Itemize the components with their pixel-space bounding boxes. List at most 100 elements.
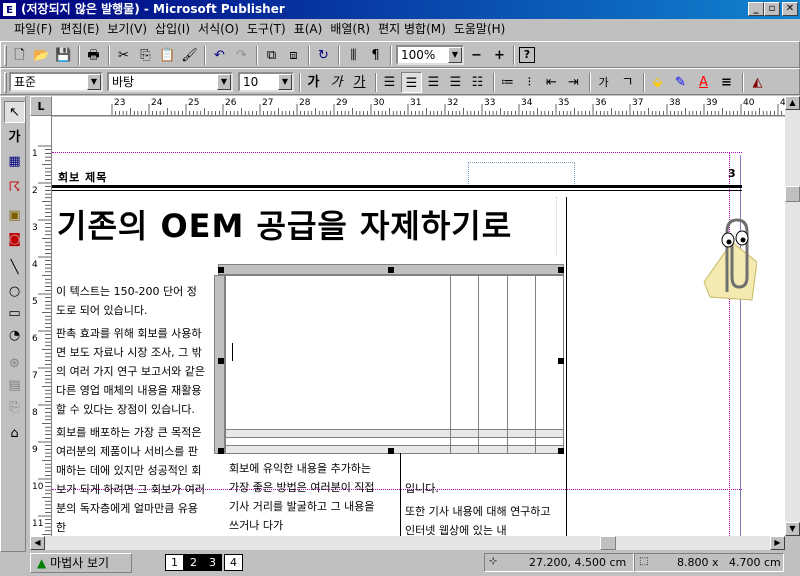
menu-format[interactable]: 서식(O) [194,19,243,40]
resize-handle[interactable] [388,267,394,273]
minimize-button[interactable]: _ [748,2,764,16]
send-to-back-icon[interactable]: ⧈ [283,45,304,66]
line-tool-icon[interactable]: ╲ [4,257,25,279]
table-cell[interactable] [450,444,480,455]
resize-handle[interactable] [558,267,564,273]
show-paragraph-marks-icon[interactable]: ¶ [365,45,386,66]
vertical-scrollbar[interactable]: ▲ ▼ [785,96,800,536]
table-cell[interactable] [506,436,536,446]
table-cell[interactable] [506,428,536,438]
office-assistant[interactable] [692,212,758,302]
design-gallery-icon[interactable]: ⌂ [4,423,25,445]
save-icon[interactable]: 💾 [53,45,74,66]
cut-icon[interactable]: ✂ [113,45,134,66]
bold-button[interactable]: 가 [303,72,324,93]
align-center-icon[interactable]: ☰ [423,72,444,93]
decrease-indent-icon[interactable]: ⇤ [541,72,562,93]
menu-view[interactable]: 보기(V) [103,19,151,40]
resize-handle[interactable] [558,358,564,364]
table-cell[interactable] [224,444,452,455]
table-cell[interactable] [478,275,508,430]
shadow-icon[interactable]: ◭ [747,72,768,93]
scroll-up-icon[interactable]: ▲ [785,96,800,110]
menu-file[interactable]: 파일(F) [10,19,56,40]
underline-button[interactable]: 가 [349,72,370,93]
table-cell[interactable] [506,444,536,455]
table-cell[interactable] [534,428,565,438]
zoom-select[interactable]: 100% ▼ [396,45,464,65]
help-button[interactable]: ? [519,47,535,63]
document-canvas[interactable]: 회보 제목 3 기존의 OEM 공급을 자제하기로 이 텍스트는 150-200… [52,117,785,536]
resize-handle[interactable] [388,448,394,454]
table-cell[interactable] [224,275,452,430]
horizontal-ruler[interactable]: 23242526272829303132333435363738394041 [52,96,785,116]
menu-arrange[interactable]: 배열(R) [326,19,374,40]
show-wizard-button[interactable]: ▲ 마법사 보기 [30,553,132,573]
resize-handle[interactable] [218,267,224,273]
font-size-select[interactable]: 10 ▼ [238,72,294,92]
page-number-frame[interactable] [468,162,575,186]
undo-icon[interactable]: ↶ [209,45,230,66]
rotate-icon[interactable]: ↻ [313,45,334,66]
line-color-icon[interactable]: ✎ [670,72,691,93]
toolbar-grip[interactable] [4,72,7,93]
resize-handle[interactable] [218,448,224,454]
zoom-out-button[interactable]: − [466,45,487,66]
clipart-icon[interactable]: ◙ [4,229,25,251]
align-right-icon[interactable]: ☰ [445,72,466,93]
format-painter-icon[interactable]: 🖌 [179,45,200,66]
zoom-in-button[interactable]: + [489,45,510,66]
page-3-button[interactable]: 3 [203,554,222,571]
table-row-selectors[interactable] [214,275,225,454]
menu-table[interactable]: 표(A) [290,19,327,40]
page-1-button[interactable]: 1 [165,554,184,571]
table-cell[interactable] [506,275,536,430]
font-color-icon[interactable]: A [693,72,714,93]
copy-icon[interactable]: ⎘ [135,45,156,66]
article-column-2[interactable]: 회보에 유익한 내용을 추가하는 가장 좋은 방법은 여러분이 직접 기사 거리… [229,459,381,535]
headline-frame[interactable]: 기존의 OEM 공급을 자제하기로 [52,197,557,255]
fill-color-icon[interactable]: ⬙ [647,72,668,93]
grow-font-icon[interactable]: ㄱ [617,72,638,93]
ruler-origin[interactable]: L [30,96,52,116]
text-frame-tool[interactable]: 가 [4,127,25,149]
table-cell[interactable] [478,436,508,446]
italic-button[interactable]: 가 [326,72,347,93]
bring-to-front-icon[interactable]: ⧉ [261,45,282,66]
menu-mail-merge[interactable]: 편지 병합(M) [374,19,450,40]
page-number[interactable]: 3 [728,167,736,180]
open-folder-icon[interactable]: 📂 [31,45,52,66]
rectangle-tool-icon[interactable]: ▭ [4,303,25,325]
table-frame-icon[interactable]: ▦ [4,151,25,173]
table-cell[interactable] [224,436,452,446]
menu-tools[interactable]: 도구(T) [243,19,290,40]
scroll-thumb[interactable] [600,536,616,550]
table-cell[interactable] [450,428,480,438]
bullets-icon[interactable]: ⁝ [519,72,540,93]
article-column-1[interactable]: 이 텍스트는 150-200 단어 정도로 되어 있습니다. 판촉 효과를 위해… [56,282,206,536]
html-fragment-icon[interactable]: ⎘ [4,397,25,419]
table-frame[interactable] [214,264,565,455]
menu-insert[interactable]: 삽입(I) [151,19,194,40]
numbering-icon[interactable]: ≔ [497,72,518,93]
increase-indent-icon[interactable]: ⇥ [563,72,584,93]
newsletter-header-title[interactable]: 회보 제목 [58,169,107,185]
menu-edit[interactable]: 편집(E) [56,19,103,40]
print-icon[interactable]: 🖶 [83,45,104,66]
scroll-thumb[interactable] [785,186,800,202]
table-cell[interactable] [478,428,508,438]
restore-button[interactable]: ▫ [764,2,780,16]
table-grid[interactable] [224,275,565,455]
table-cell[interactable] [224,428,452,438]
redo-icon[interactable]: ↷ [231,45,252,66]
shrink-font-button[interactable]: 가 [593,72,614,93]
table-cell[interactable] [534,275,565,430]
oval-tool-icon[interactable]: ○ [4,281,25,303]
table-cell[interactable] [478,444,508,455]
table-cell[interactable] [450,436,480,446]
distribute-icon[interactable]: ☷ [467,72,488,93]
menu-help[interactable]: 도움말(H) [450,19,510,40]
line-style-icon[interactable]: ≡ [716,72,737,93]
pointer-tool-icon[interactable]: ↖ [4,101,25,123]
table-cell[interactable] [450,275,480,430]
